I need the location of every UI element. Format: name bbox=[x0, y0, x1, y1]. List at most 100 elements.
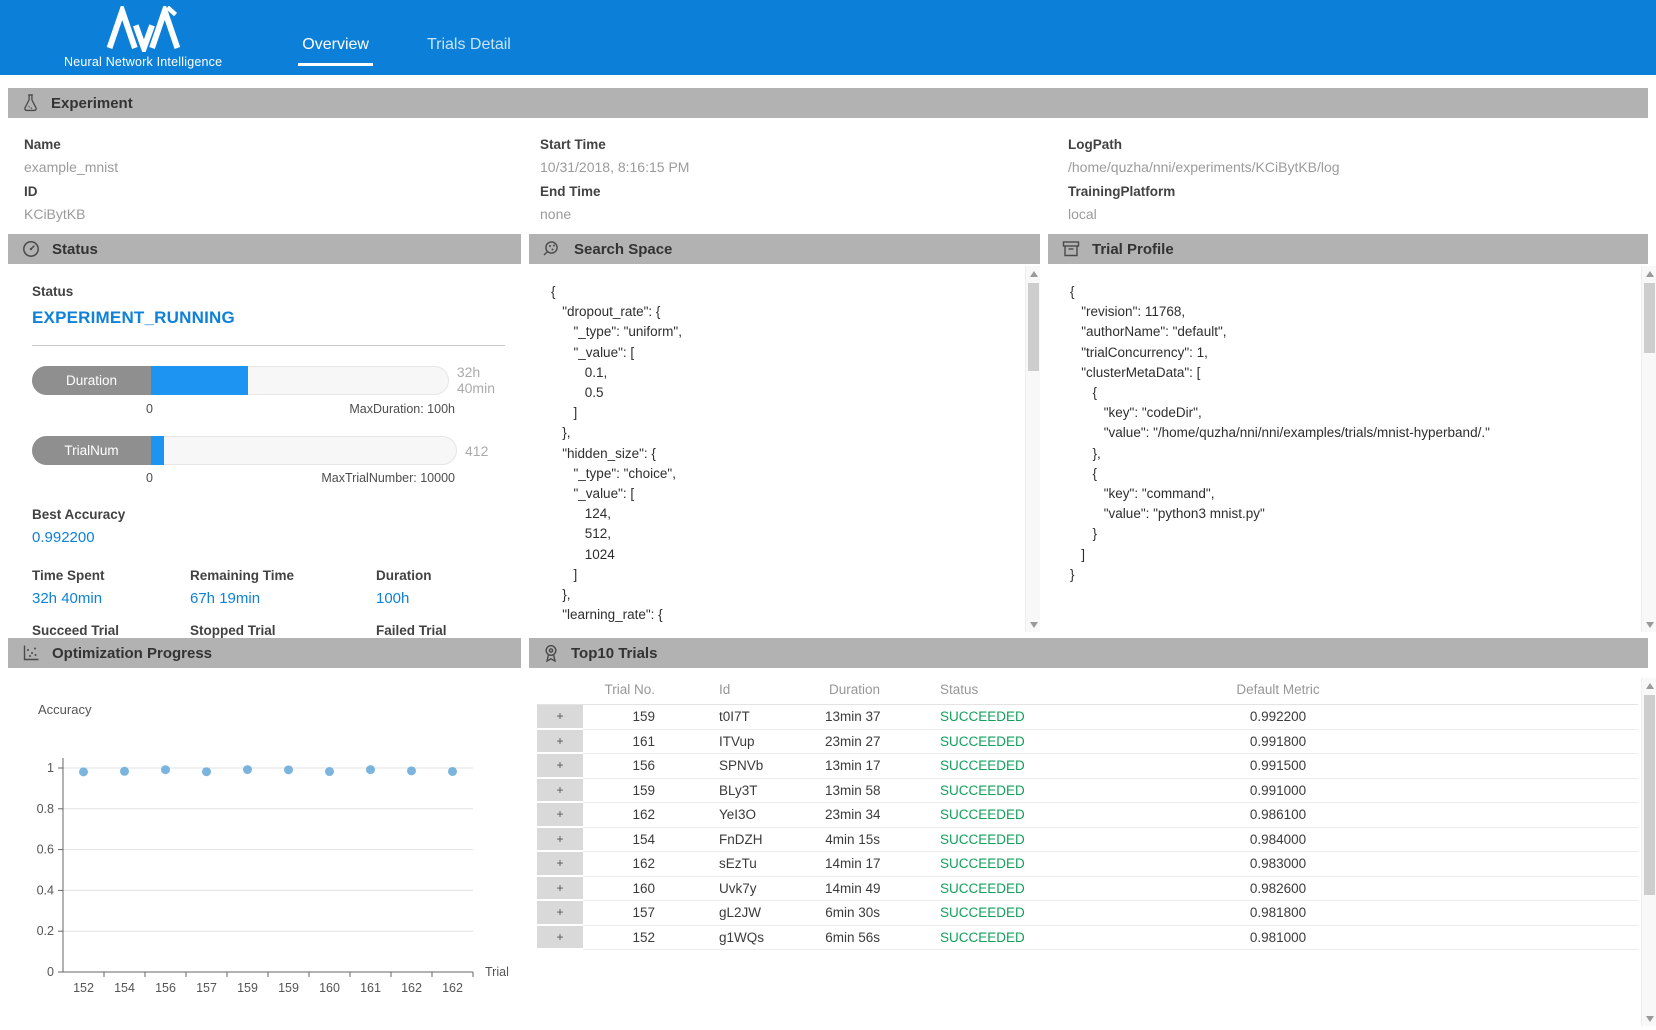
expand-row-button[interactable]: + bbox=[537, 705, 583, 730]
status-panel-header: Status bbox=[8, 234, 521, 264]
scroll-down-arrow-icon[interactable] bbox=[1642, 617, 1656, 632]
experiment-section-header: Experiment bbox=[8, 88, 1648, 118]
default-metric-cell: 0.991500 bbox=[1110, 754, 1446, 779]
scroll-up-arrow-icon[interactable] bbox=[1642, 678, 1656, 693]
trialnum-progress-value: 412 bbox=[465, 443, 488, 459]
trial-profile-json[interactable]: { "revision": 11768, "authorName": "defa… bbox=[1048, 264, 1648, 634]
top10-table: Trial No. Id Duration Status Default Met… bbox=[537, 682, 1638, 950]
trial-id-cell: YeI3O bbox=[665, 803, 825, 828]
gauge-icon bbox=[22, 240, 40, 258]
default-metric-cell: 0.991800 bbox=[1110, 730, 1446, 755]
experiment-details: Name example_mnist ID KCiBytKB Start Tim… bbox=[8, 118, 1648, 234]
filler-cell bbox=[1446, 877, 1638, 902]
col-default-metric: Default Metric bbox=[1110, 682, 1446, 704]
trial-id-cell: Uvk7y bbox=[665, 877, 825, 902]
tab-overview[interactable]: Overview bbox=[298, 36, 373, 66]
expand-row-button[interactable]: + bbox=[537, 877, 583, 902]
status-panel: Status Status EXPERIMENT_RUNNING Duratio… bbox=[8, 234, 521, 634]
filler-cell bbox=[1446, 730, 1638, 755]
trialnum-max: MaxTrialNumber: 10000 bbox=[321, 471, 455, 485]
trial-profile-scrollbar[interactable] bbox=[1641, 266, 1656, 632]
default-metric-cell: 0.981000 bbox=[1110, 926, 1446, 951]
col-trial-no: Trial No. bbox=[583, 682, 665, 704]
trial-no-cell: 159 bbox=[583, 779, 665, 804]
status-cell: SUCCEEDED bbox=[880, 852, 1110, 877]
trial-id-cell: gL2JW bbox=[665, 901, 825, 926]
col-duration: Duration bbox=[825, 682, 880, 704]
svg-text:161: 161 bbox=[360, 981, 381, 995]
trialnum-min: 0 bbox=[146, 471, 153, 485]
search-space-json[interactable]: { "dropout_rate": { "_type": "uniform", … bbox=[529, 264, 1040, 634]
top10-scrollbar[interactable] bbox=[1641, 678, 1656, 1026]
expand-row-button[interactable]: + bbox=[537, 828, 583, 853]
trial-profile-panel-header: Trial Profile bbox=[1048, 234, 1648, 264]
scroll-down-arrow-icon[interactable] bbox=[1642, 1011, 1656, 1026]
trial-no-cell: 162 bbox=[583, 852, 665, 877]
svg-text:157: 157 bbox=[196, 981, 217, 995]
top-navigation-bar: Neural Network Intelligence Overview Tri… bbox=[0, 0, 1656, 75]
accuracy-scatter-chart[interactable]: 00.20.40.60.8115215415615715915916016116… bbox=[8, 670, 521, 1015]
table-row: +156SPNVb13min 17sSUCCEEDED0.991500 bbox=[537, 754, 1638, 779]
svg-text:160: 160 bbox=[319, 981, 340, 995]
experiment-field-end-time: End Time none bbox=[540, 184, 1068, 222]
status-cell: SUCCEEDED bbox=[880, 730, 1110, 755]
trial-no-cell: 159 bbox=[583, 705, 665, 730]
trial-no-cell: 157 bbox=[583, 901, 665, 926]
top10-table-header: Trial No. Id Duration Status Default Met… bbox=[537, 682, 1638, 705]
default-metric-cell: 0.991000 bbox=[1110, 779, 1446, 804]
scrollbar-thumb[interactable] bbox=[1028, 283, 1039, 371]
status-cell: SUCCEEDED bbox=[880, 705, 1110, 730]
default-metric-cell: 0.986100 bbox=[1110, 803, 1446, 828]
duration-progress-fill bbox=[151, 366, 248, 395]
trialnum-progress-bar: TrialNum bbox=[32, 436, 457, 465]
default-metric-cell: 0.992200 bbox=[1110, 705, 1446, 730]
duration-progress-label: Duration bbox=[32, 366, 151, 395]
scrollbar-thumb[interactable] bbox=[1644, 283, 1655, 353]
table-row: +159BLy3T13min 58sSUCCEEDED0.991000 bbox=[537, 779, 1638, 804]
scrollbar-thumb[interactable] bbox=[1644, 695, 1655, 895]
duration-progress-value: 32h 40min bbox=[457, 364, 521, 396]
experiment-title: Experiment bbox=[51, 95, 133, 112]
expand-row-button[interactable]: + bbox=[537, 852, 583, 877]
expand-row-button[interactable]: + bbox=[537, 803, 583, 828]
trial-id-cell: t0I7T bbox=[665, 705, 825, 730]
trial-id-cell: ITVup bbox=[665, 730, 825, 755]
scatter-chart-icon bbox=[22, 644, 40, 662]
expand-row-button[interactable]: + bbox=[537, 901, 583, 926]
expand-row-button[interactable]: + bbox=[537, 730, 583, 755]
status-field-label: Status bbox=[32, 284, 521, 299]
expand-row-button[interactable]: + bbox=[537, 779, 583, 804]
nni-logo[interactable]: Neural Network Intelligence bbox=[64, 6, 222, 69]
filler-cell bbox=[1446, 852, 1638, 877]
scroll-up-arrow-icon[interactable] bbox=[1642, 266, 1656, 281]
default-metric-cell: 0.982600 bbox=[1110, 877, 1446, 902]
search-space-icon bbox=[543, 240, 562, 258]
trial-id-cell: sEzTu bbox=[665, 852, 825, 877]
default-metric-cell: 0.984000 bbox=[1110, 828, 1446, 853]
duration-cell: 6min 56s bbox=[825, 926, 880, 951]
table-row: +161ITVup23min 27sSUCCEEDED0.991800 bbox=[537, 730, 1638, 755]
svg-text:154: 154 bbox=[114, 981, 135, 995]
trial-no-cell: 156 bbox=[583, 754, 665, 779]
stat-remaining-time: Remaining Time 67h 19min bbox=[190, 552, 376, 607]
expand-row-button[interactable]: + bbox=[537, 754, 583, 779]
svg-text:0.4: 0.4 bbox=[37, 883, 54, 897]
tab-trials-detail[interactable]: Trials Detail bbox=[423, 36, 515, 66]
svg-text:159: 159 bbox=[237, 981, 258, 995]
search-space-scrollbar[interactable] bbox=[1025, 266, 1040, 632]
duration-cell: 13min 17s bbox=[825, 754, 880, 779]
table-row: +162YeI3O23min 34sSUCCEEDED0.986100 bbox=[537, 803, 1638, 828]
filler-cell bbox=[1446, 754, 1638, 779]
svg-text:162: 162 bbox=[401, 981, 422, 995]
duration-max: MaxDuration: 100h bbox=[349, 402, 455, 416]
table-row: +152g1WQs6min 56sSUCCEEDED0.981000 bbox=[537, 926, 1638, 951]
scroll-down-arrow-icon[interactable] bbox=[1026, 617, 1041, 632]
scroll-up-arrow-icon[interactable] bbox=[1026, 266, 1041, 281]
expand-row-button[interactable]: + bbox=[537, 926, 583, 951]
trial-no-cell: 161 bbox=[583, 730, 665, 755]
svg-text:0.8: 0.8 bbox=[37, 802, 54, 816]
optimization-title: Optimization Progress bbox=[52, 645, 212, 662]
flask-icon bbox=[22, 94, 39, 112]
duration-cell: 14min 49s bbox=[825, 877, 880, 902]
svg-text:159: 159 bbox=[278, 981, 299, 995]
